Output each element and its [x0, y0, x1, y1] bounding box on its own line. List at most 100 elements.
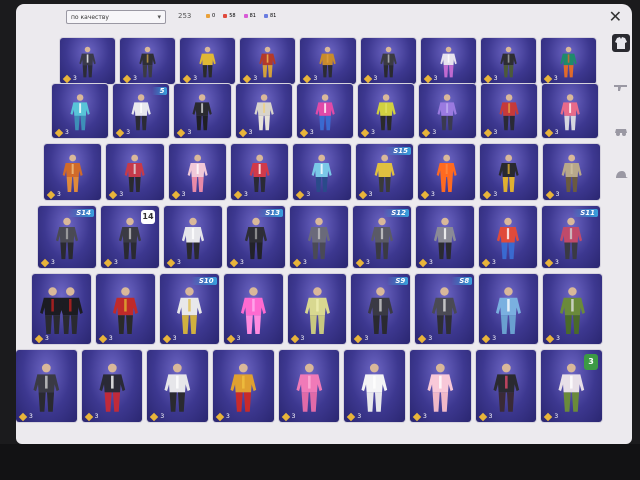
- outfit-card[interactable]: 3: [52, 84, 109, 138]
- outfit-card[interactable]: 3: [213, 350, 274, 422]
- diamond-icon: [46, 190, 56, 199]
- outfit-card[interactable]: 3: [418, 144, 476, 200]
- outfit-card[interactable]: 3: [240, 38, 296, 84]
- outfit-card[interactable]: 3 S13: [227, 206, 285, 268]
- outfit-card[interactable]: 3: [95, 274, 155, 344]
- diamond-icon: [355, 258, 365, 267]
- outfit-card[interactable]: 3: [32, 274, 91, 344]
- tab-outfits[interactable]: [612, 34, 630, 52]
- outfit-card[interactable]: 3: [479, 206, 537, 268]
- outfit-figure: [427, 363, 454, 412]
- outfit-card[interactable]: 3: [540, 38, 596, 84]
- outfit-card[interactable]: 3: [358, 84, 415, 138]
- outfit-figure: [433, 217, 457, 260]
- outfit-card[interactable]: 3: [419, 84, 476, 138]
- outfit-card[interactable]: 3: [60, 38, 116, 84]
- outfit-card[interactable]: 3 S11: [542, 206, 600, 268]
- outfit-card[interactable]: 3: [44, 144, 102, 200]
- outfit-figure: [439, 46, 457, 78]
- outfit-art: [560, 287, 586, 334]
- diamond-icon: [122, 74, 132, 83]
- outfit-art: [99, 363, 125, 412]
- outfit-card[interactable]: 3: [174, 84, 231, 138]
- outfit-card[interactable]: 3: [543, 274, 602, 344]
- outfit-card[interactable]: 3: [480, 38, 536, 84]
- outfit-card[interactable]: 3: [475, 350, 537, 422]
- item-total-count: 253: [178, 12, 192, 20]
- outfit-card[interactable]: 3 S15: [355, 144, 413, 200]
- outfit-card[interactable]: 33: [541, 350, 602, 422]
- outfit-card[interactable]: 3: [231, 144, 289, 200]
- quantity-value: 3: [556, 335, 560, 342]
- quantity-label: 3: [420, 190, 435, 199]
- outfit-card[interactable]: 3: [410, 350, 471, 422]
- outfit-figure: [304, 287, 330, 334]
- top-bar: по качеству ▾ 253 0 58 81 81 ✕: [16, 4, 632, 30]
- tab-weapons[interactable]: [612, 78, 630, 96]
- rarity-counter-blue: 81: [263, 13, 276, 19]
- season-badge: S11: [572, 209, 598, 217]
- diamond-icon: [182, 74, 192, 83]
- outfit-card[interactable]: 3: [223, 274, 283, 344]
- outfit-card[interactable]: 3: [479, 274, 539, 344]
- outfit-card[interactable]: 3: [235, 84, 292, 138]
- cap-icon: [616, 171, 628, 178]
- outfit-card[interactable]: 3: [180, 38, 236, 84]
- outfit-figure: [181, 217, 205, 260]
- outfit-card[interactable]: 3: [541, 84, 598, 138]
- quantity-value: 3: [493, 129, 498, 136]
- outfit-card[interactable]: 3: [81, 350, 143, 422]
- outfit-card[interactable]: 3 14: [101, 206, 159, 268]
- quantity-label: 3: [34, 334, 49, 343]
- tab-vehicles[interactable]: [612, 122, 630, 140]
- outfit-card[interactable]: 3: [300, 38, 356, 84]
- outfit-card[interactable]: 3: [278, 350, 340, 422]
- outfit-card[interactable]: 3: [293, 144, 351, 200]
- outfit-card[interactable]: 3: [542, 144, 600, 200]
- outfit-card[interactable]: 3 S12: [353, 206, 411, 268]
- outfit-card[interactable]: 3: [296, 84, 354, 138]
- outfit-card[interactable]: 3 S10: [159, 274, 219, 344]
- outfit-card[interactable]: 3: [164, 206, 222, 268]
- diamond-icon: [54, 128, 64, 137]
- outfit-card[interactable]: 3 S9: [351, 274, 411, 344]
- outfit-figure: [187, 154, 208, 192]
- quantity-value: 3: [553, 75, 558, 82]
- outfit-card[interactable]: 3: [287, 274, 347, 344]
- outfit-card[interactable]: 3: [480, 144, 538, 200]
- diamond-icon: [103, 258, 113, 267]
- close-icon[interactable]: ✕: [609, 9, 622, 25]
- outfit-card[interactable]: 3: [120, 38, 176, 84]
- tab-accessories[interactable]: [612, 166, 630, 184]
- outfit-card[interactable]: 3: [420, 38, 476, 84]
- quantity-label: 3: [226, 334, 240, 343]
- outfit-figure: [164, 363, 191, 412]
- outfit-card[interactable]: 3: [416, 206, 474, 268]
- quantity-value: 3: [306, 191, 311, 198]
- quantity-label: 3: [422, 128, 436, 137]
- rarity-dot-icon: [223, 14, 228, 18]
- outfit-card[interactable]: 3: [168, 144, 226, 200]
- outfit-figure: [500, 46, 517, 78]
- outfit-card[interactable]: 3: [290, 206, 348, 268]
- sort-label: по качеству: [71, 13, 109, 21]
- quantity-value: 3: [181, 191, 186, 198]
- outfit-card[interactable]: 3: [16, 350, 77, 422]
- outfit-card[interactable]: 3: [147, 350, 208, 422]
- outfit-figure: [296, 363, 322, 412]
- outfit-card[interactable]: 3: [480, 84, 537, 138]
- season-badge: S12: [383, 209, 409, 217]
- outfit-figure: [560, 46, 577, 78]
- sort-dropdown[interactable]: по качеству ▾: [66, 10, 166, 24]
- outfit-card[interactable]: 3 S8: [415, 274, 475, 344]
- quantity-label: 3: [109, 190, 123, 199]
- quantity-label: 3: [62, 74, 77, 83]
- diamond-icon: [34, 334, 44, 343]
- season-badge: S9: [387, 277, 409, 285]
- outfit-figure: [315, 94, 335, 131]
- outfit-card[interactable]: 35: [113, 84, 170, 138]
- outfit-card[interactable]: 3: [106, 144, 164, 200]
- outfit-card[interactable]: 3: [344, 350, 405, 422]
- outfit-card[interactable]: 3 S14: [38, 206, 96, 268]
- outfit-card[interactable]: 3: [360, 38, 416, 84]
